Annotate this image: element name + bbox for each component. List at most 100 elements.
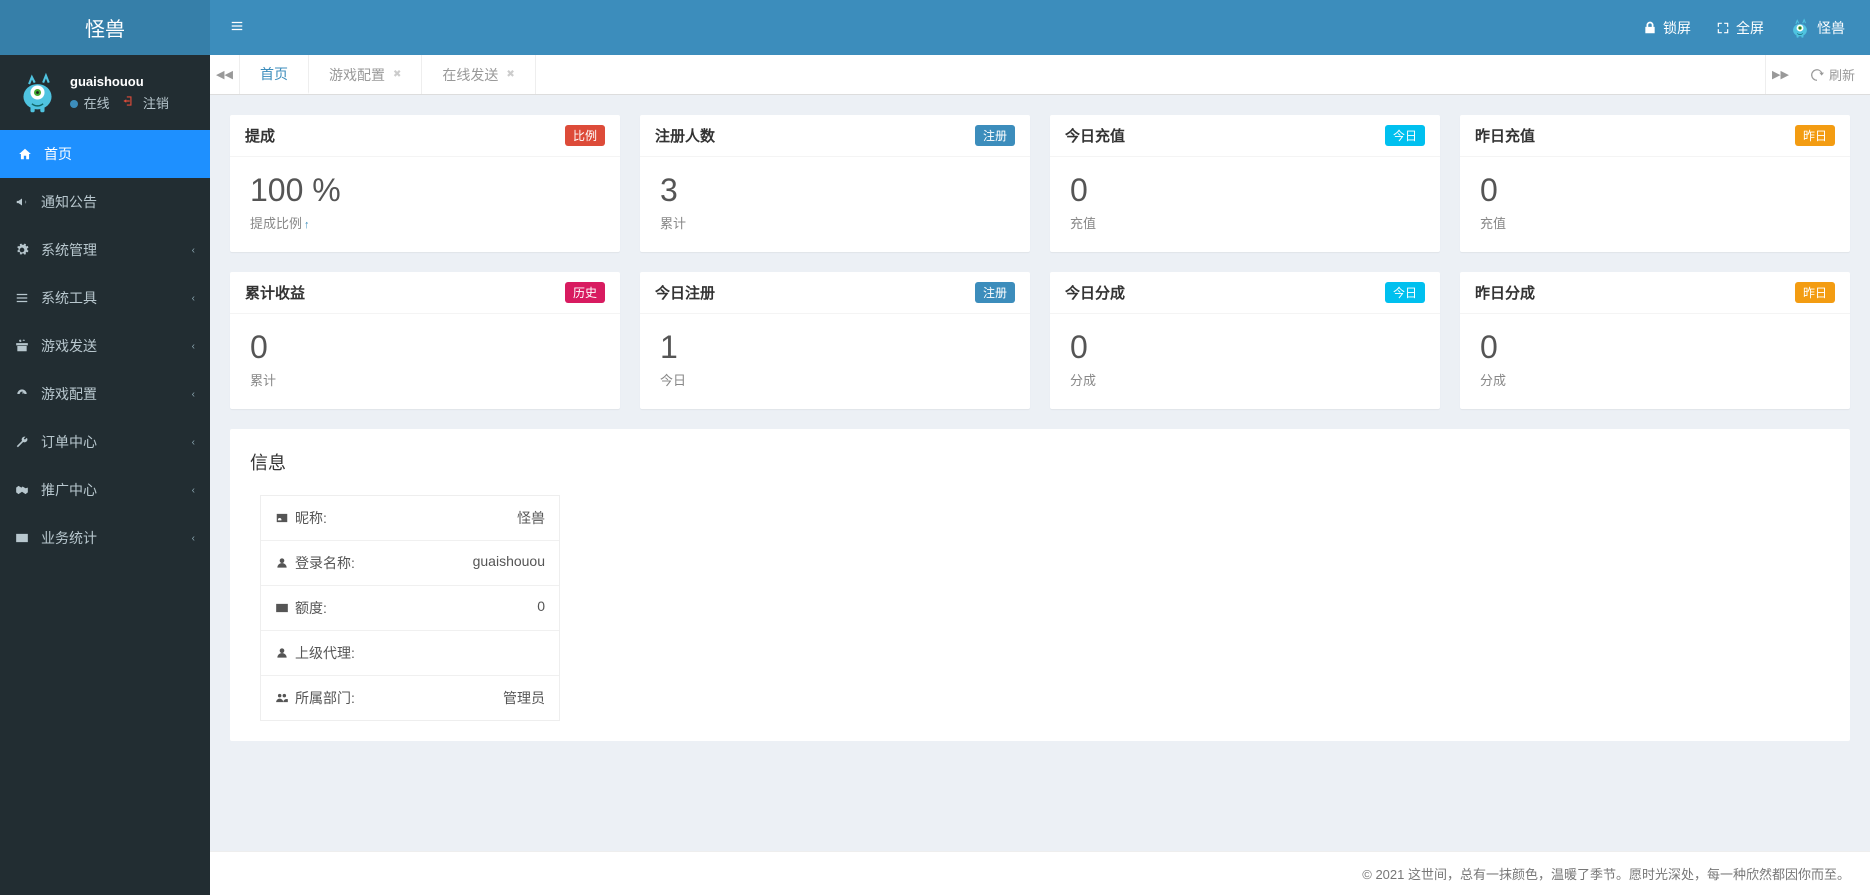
card-value: 0 [250,329,600,366]
users-icon [275,691,289,705]
logout-icon [121,94,135,111]
info-panel: 信息 昵称:怪兽登录名称:guaishouou额度:0上级代理:所属部门:管理员 [230,429,1850,741]
refresh-icon [1810,68,1824,82]
id-card-icon [275,511,289,525]
nav-item-wrench[interactable]: 订单中心‹ [0,418,210,466]
nav-item-dashboard[interactable]: 游戏配置‹ [0,370,210,418]
card-subtitle: 今日 [660,370,1010,389]
nav-item-envelope[interactable]: 业务统计‹ [0,514,210,562]
avatar [15,70,60,115]
status-text: 在线 [84,96,110,111]
card-badge: 比例 [565,125,605,146]
chevron-left-icon: ‹ [192,389,195,400]
card-title: 今日注册 [655,282,715,303]
wrench-icon [15,435,33,449]
expand-icon [1716,21,1730,35]
stat-card: 昨日分成昨日0分成 [1460,272,1850,409]
card-badge: 今日 [1385,125,1425,146]
hamburger-icon[interactable] [225,14,249,41]
card-subtitle: 充值 [1480,213,1830,232]
sidebar: 怪兽 guaishouou 在线 注销 首页通知公告系统管理‹系统工具‹游戏发送… [0,0,210,895]
nav-item-bars[interactable]: 系统工具‹ [0,274,210,322]
status-dot [70,100,78,108]
chevron-left-icon: ‹ [192,485,195,496]
username: guaishouou [70,74,169,89]
bullhorn-icon [15,195,33,209]
logout-link[interactable]: 注销 [143,96,169,111]
stat-card: 提成 比例 100 % 提成比例↑ [230,115,620,252]
info-row: 上级代理: [261,631,559,676]
info-value: 怪兽 [517,508,545,528]
refresh-button[interactable]: 刷新 [1795,55,1870,94]
info-value: 管理员 [503,688,545,708]
card-value: 1 [660,329,1010,366]
close-icon[interactable]: ✖ [506,69,514,80]
stat-card: 今日分成 今日 0 分成 [1050,272,1440,409]
fullscreen-button[interactable]: 全屏 [1716,18,1764,38]
card-value: 0 [1070,329,1420,366]
card-title: 今日充值 [1065,125,1125,146]
nav-menu: 首页通知公告系统管理‹系统工具‹游戏发送‹游戏配置‹订单中心‹推广中心‹业务统计… [0,130,210,562]
card-title: 累计收益 [245,282,305,303]
tab-在线发送[interactable]: 在线发送✖ [422,55,535,94]
tab-游戏配置[interactable]: 游戏配置✖ [309,55,422,94]
info-row: 登录名称:guaishouou [261,541,559,586]
nav-item-handshake[interactable]: 推广中心‹ [0,466,210,514]
tab-首页[interactable]: 首页 [240,55,309,94]
chevron-left-icon: ‹ [192,245,195,256]
info-row: 额度:0 [261,586,559,631]
info-row: 所属部门:管理员 [261,676,559,720]
topbar: 锁屏 全屏 怪兽 [210,0,1870,55]
card-subtitle: 累计 [250,370,600,389]
stat-card: 今日充值 今日 0 充值 [1050,115,1440,252]
card-subtitle: 分成 [1480,370,1830,389]
nav-item-gift[interactable]: 游戏发送‹ [0,322,210,370]
stat-card: 注册人数注册3累计 [640,115,1030,252]
brand-logo: 怪兽 [0,0,210,55]
card-title: 昨日分成 [1475,282,1535,303]
stat-card: 昨日充值昨日0充值 [1460,115,1850,252]
card-value: 0 [1070,172,1420,209]
stat-card: 累计收益历史0累计 [230,272,620,409]
card-title: 今日分成 [1065,282,1125,303]
chevron-left-icon: ‹ [192,437,195,448]
arrow-up-icon: ↑ [304,219,310,231]
info-value: guaishouou [473,553,545,573]
card-value: 100 % [250,172,600,209]
info-heading: 信息 [250,449,1830,475]
tabs-scroll-right[interactable]: ▶▶ [1765,55,1795,94]
footer: © 2021 这世间，总有一抹颜色，温暖了季节。愿时光深处，每一种欣然都因你而至… [210,851,1870,895]
card-title: 昨日充值 [1475,125,1535,146]
card-value: 3 [660,172,1010,209]
card-badge: 注册 [975,282,1015,303]
card-badge: 注册 [975,125,1015,146]
gift-icon [15,339,33,353]
avatar-small [1789,17,1811,39]
credit-icon [275,601,289,615]
lock-button[interactable]: 锁屏 [1643,18,1691,38]
nav-item-gear[interactable]: 系统管理‹ [0,226,210,274]
user-icon [275,556,289,570]
card-subtitle: 累计 [660,213,1010,232]
info-value: 0 [537,598,545,618]
dashboard-icon [15,387,33,401]
topbar-user[interactable]: 怪兽 [1789,17,1845,39]
card-badge: 昨日 [1795,282,1835,303]
card-title: 提成 [245,125,275,146]
card-subtitle: 提成比例↑ [250,213,600,232]
card-subtitle: 分成 [1070,370,1420,389]
card-badge: 今日 [1385,282,1425,303]
nav-item-home[interactable]: 首页 [0,130,210,178]
tabs-scroll-left[interactable]: ◀◀ [210,55,240,94]
user-o-icon [275,646,289,660]
chevron-left-icon: ‹ [192,293,195,304]
card-subtitle: 充值 [1070,213,1420,232]
tabs-bar: ◀◀ 首页游戏配置✖在线发送✖ ▶▶ 刷新 [210,55,1870,95]
envelope-icon [15,531,33,545]
close-icon[interactable]: ✖ [393,69,401,80]
card-value: 0 [1480,172,1830,209]
lock-icon [1643,21,1657,35]
nav-item-bullhorn[interactable]: 通知公告 [0,178,210,226]
handshake-icon [15,483,33,497]
gear-icon [15,243,33,257]
